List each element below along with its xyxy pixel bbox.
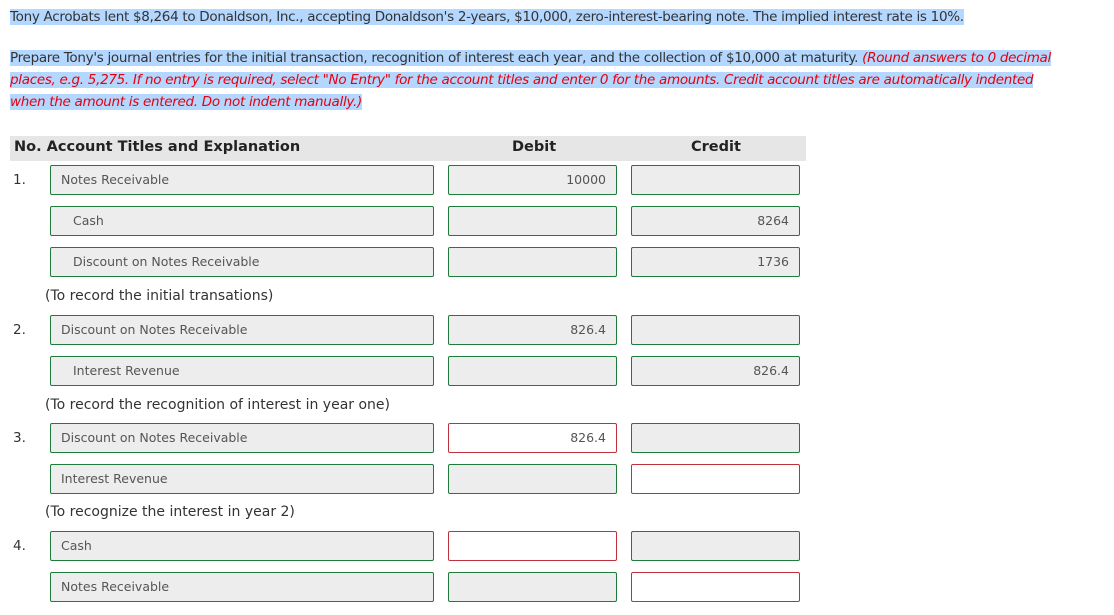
credit-input[interactable] [631,572,800,602]
entry-explanation: (To record the recognition of interest i… [45,397,391,413]
credit-input[interactable]: 8264 [631,206,800,236]
credit-input[interactable] [631,464,800,494]
debit-input[interactable] [448,531,617,561]
account-select[interactable]: Notes Receivable [50,572,434,602]
question-intro: Tony Acrobats lent $8,264 to Donaldson, … [10,9,964,25]
credit-input[interactable] [631,531,800,561]
account-select[interactable]: Cash [50,531,434,561]
entry-number: 1. [13,172,26,188]
header-account-titles: No. Account Titles and Explanation [14,139,301,155]
debit-input[interactable]: 10000 [448,165,617,195]
debit-input[interactable] [448,356,617,386]
header-debit: Debit [512,139,557,155]
account-select[interactable]: Cash [50,206,434,236]
debit-input[interactable]: 826.4 [448,315,617,345]
credit-input[interactable] [631,423,800,453]
credit-input[interactable] [631,165,800,195]
debit-input[interactable] [448,247,617,277]
account-select[interactable]: Discount on Notes Receivable [50,423,434,453]
credit-input[interactable]: 1736 [631,247,800,277]
entry-number: 4. [13,538,26,554]
entry-number: 2. [13,322,26,338]
debit-input[interactable]: 826.4 [448,423,617,453]
journal-header: No. Account Titles and Explanation Debit… [10,136,806,161]
account-select[interactable]: Notes Receivable [50,165,434,195]
header-credit: Credit [691,139,741,155]
credit-input[interactable]: 826.4 [631,356,800,386]
credit-input[interactable] [631,315,800,345]
entry-explanation: (To recognize the interest in year 2) [45,504,295,520]
question-prompt: Prepare Tony's journal entries for the i… [10,50,1051,110]
entry-number: 3. [13,430,26,446]
account-select[interactable]: Interest Revenue [50,464,434,494]
debit-input[interactable] [448,572,617,602]
account-select[interactable]: Interest Revenue [50,356,434,386]
account-select[interactable]: Discount on Notes Receivable [50,247,434,277]
debit-input[interactable] [448,464,617,494]
account-select[interactable]: Discount on Notes Receivable [50,315,434,345]
entry-explanation: (To record the initial transations) [45,288,274,304]
debit-input[interactable] [448,206,617,236]
